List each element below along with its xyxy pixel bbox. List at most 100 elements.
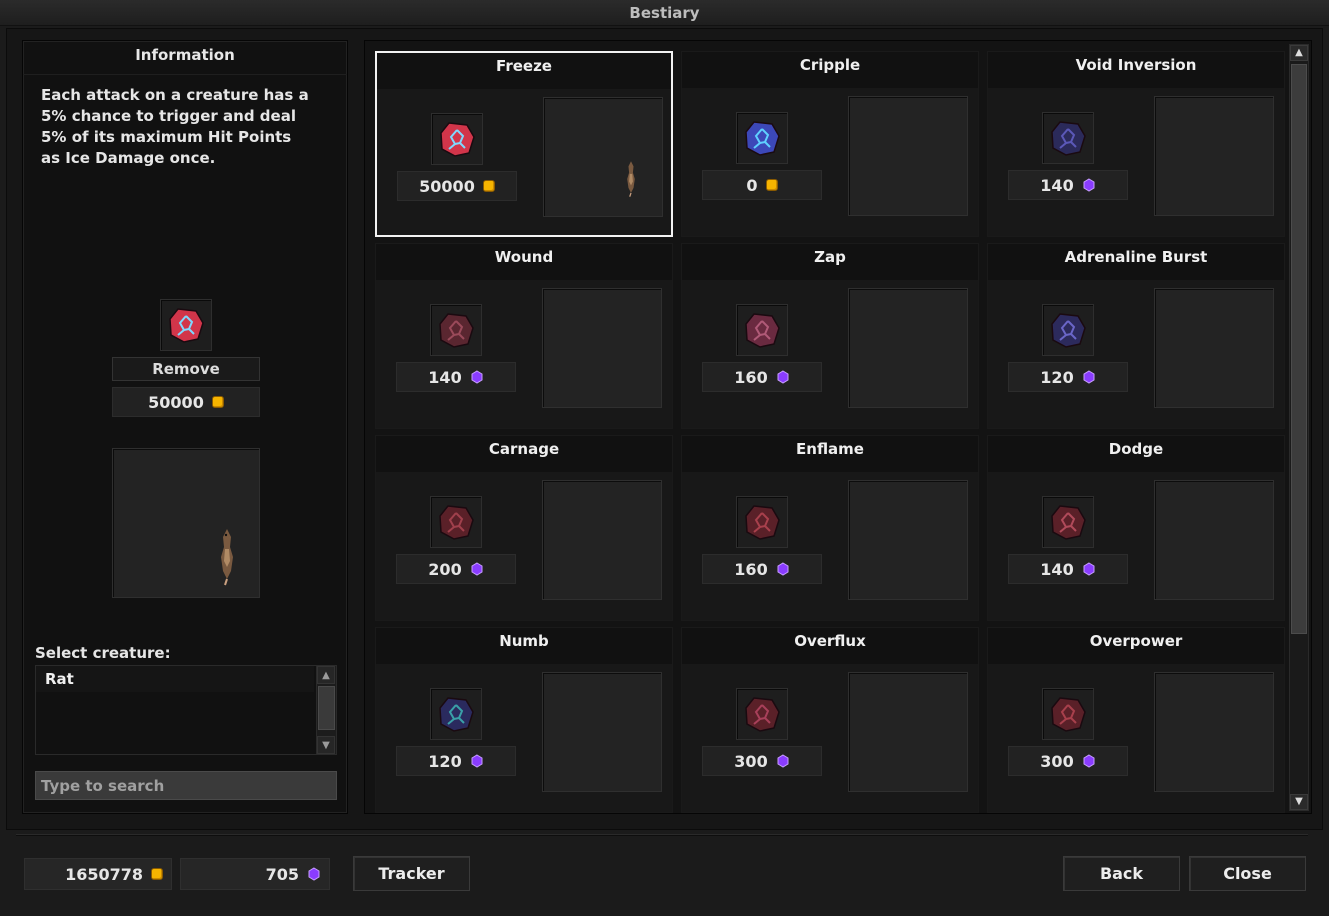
charm-card[interactable]: Carnage 200 [375, 435, 673, 621]
charm-grid-scrollbar[interactable]: ▲ ▼ [1289, 44, 1309, 811]
gem-icon [1083, 370, 1095, 384]
charm-price: 50000 [397, 171, 517, 201]
dodge-rune-icon [1051, 505, 1086, 540]
charm-card[interactable]: Dodge 140 [987, 435, 1285, 621]
gold-coin-icon [482, 180, 495, 192]
adrenaline-burst-rune-icon [1051, 313, 1086, 348]
gem-icon [471, 754, 483, 768]
charm-card-body: 140 [988, 472, 1284, 620]
charm-icon-slot [736, 688, 788, 740]
gem-icon [1083, 178, 1095, 192]
footer-divider [16, 834, 1308, 836]
charm-icon-slot [430, 688, 482, 740]
charm-creature-slot [1154, 480, 1274, 600]
charm-name: Adrenaline Burst [988, 244, 1284, 280]
close-button[interactable]: Close [1189, 856, 1306, 891]
charm-price: 140 [396, 362, 516, 392]
charm-creature-slot [848, 480, 968, 600]
void-inversion-rune-icon [1051, 121, 1086, 156]
charm-card[interactable]: Void Inversion 140 [987, 51, 1285, 237]
gem-icon [308, 867, 320, 881]
gem-icon [471, 370, 483, 384]
charm-card[interactable]: Adrenaline Burst 120 [987, 243, 1285, 429]
creature-search-input[interactable] [35, 771, 337, 800]
charm-price: 200 [396, 554, 516, 584]
charm-card[interactable]: Cripple 0 [681, 51, 979, 237]
selected-charm-icon [160, 299, 212, 351]
charm-price: 0 [702, 170, 822, 200]
charm-card[interactable]: Numb 120 [375, 627, 673, 813]
gold-balance-value: 1650778 [65, 864, 143, 884]
charm-creature-slot [543, 97, 663, 217]
gem-icon [471, 562, 483, 576]
charm-creature-slot [542, 672, 662, 792]
charm-name: Void Inversion [988, 52, 1284, 88]
charm-price-value: 140 [1040, 175, 1074, 195]
charm-price: 160 [702, 554, 822, 584]
scroll-up-icon[interactable]: ▲ [317, 666, 335, 684]
charm-name: Carnage [376, 436, 672, 472]
charm-card-body: 140 [988, 88, 1284, 236]
remove-price-value: 50000 [148, 392, 204, 412]
overflux-rune-icon [745, 697, 780, 732]
scroll-down-icon[interactable]: ▼ [317, 736, 335, 754]
charm-price: 120 [1008, 362, 1128, 392]
enflame-rune-icon [745, 505, 780, 540]
back-button[interactable]: Back [1063, 856, 1180, 891]
gold-coin-icon [151, 868, 163, 880]
charm-creature-slot [1154, 96, 1274, 216]
gem-icon [777, 754, 789, 768]
wound-rune-icon [439, 313, 474, 348]
charm-grid-scroll-thumb[interactable] [1291, 64, 1307, 634]
charm-icon-slot [736, 496, 788, 548]
gem-icon [777, 562, 789, 576]
charm-card[interactable]: Enflame 160 [681, 435, 979, 621]
numb-rune-icon [439, 697, 474, 732]
charm-card[interactable]: Wound 140 [375, 243, 673, 429]
charm-price: 120 [396, 746, 516, 776]
scroll-up-icon[interactable]: ▲ [1290, 45, 1308, 61]
scroll-down-icon[interactable]: ▼ [1290, 794, 1308, 810]
charm-creature-slot [1154, 672, 1274, 792]
charm-price-value: 300 [1040, 751, 1074, 771]
charm-name: Freeze [377, 53, 671, 89]
charm-price-value: 120 [428, 751, 462, 771]
charm-price-value: 200 [428, 559, 462, 579]
creature-list-scroll-thumb[interactable] [318, 686, 335, 730]
charm-price-value: 300 [734, 751, 768, 771]
charm-card-body: 200 [376, 472, 672, 620]
creature-list: Rat ▲ ▼ [35, 665, 337, 755]
rat-sprite-icon [627, 161, 635, 197]
carnage-rune-icon [439, 505, 474, 540]
freeze-rune-icon [169, 308, 204, 343]
charm-icon-slot [736, 304, 788, 356]
cripple-rune-icon [745, 121, 780, 156]
charm-description: Each attack on a creature has a 5% chanc… [41, 86, 309, 167]
charm-price-value: 50000 [419, 176, 475, 196]
charm-card[interactable]: Freeze 50000 [375, 51, 673, 237]
creature-list-item[interactable]: Rat [36, 666, 314, 692]
charm-price: 160 [702, 362, 822, 392]
charm-name: Overpower [988, 628, 1284, 664]
charm-name: Numb [376, 628, 672, 664]
charm-price-value: 120 [1040, 367, 1074, 387]
selected-creature-preview [112, 448, 260, 598]
gem-icon [1083, 754, 1095, 768]
charm-price: 300 [1008, 746, 1128, 776]
charm-creature-slot [848, 288, 968, 408]
charm-name: Zap [682, 244, 978, 280]
creature-list-scrollbar[interactable]: ▲ ▼ [316, 666, 336, 754]
charm-price: 140 [1008, 170, 1128, 200]
charm-icon-slot [1042, 688, 1094, 740]
charm-icon-slot [430, 304, 482, 356]
charm-card[interactable]: Zap 160 [681, 243, 979, 429]
charm-creature-slot [542, 288, 662, 408]
charm-icon-slot [1042, 112, 1094, 164]
charm-card[interactable]: Overflux 300 [681, 627, 979, 813]
information-panel: Information Each attack on a creature ha… [22, 40, 348, 814]
charm-card[interactable]: Overpower 300 [987, 627, 1285, 813]
charm-price-value: 140 [1040, 559, 1074, 579]
remove-button[interactable]: Remove [112, 357, 260, 381]
charm-icon-slot [430, 496, 482, 548]
tracker-button[interactable]: Tracker [353, 856, 470, 891]
